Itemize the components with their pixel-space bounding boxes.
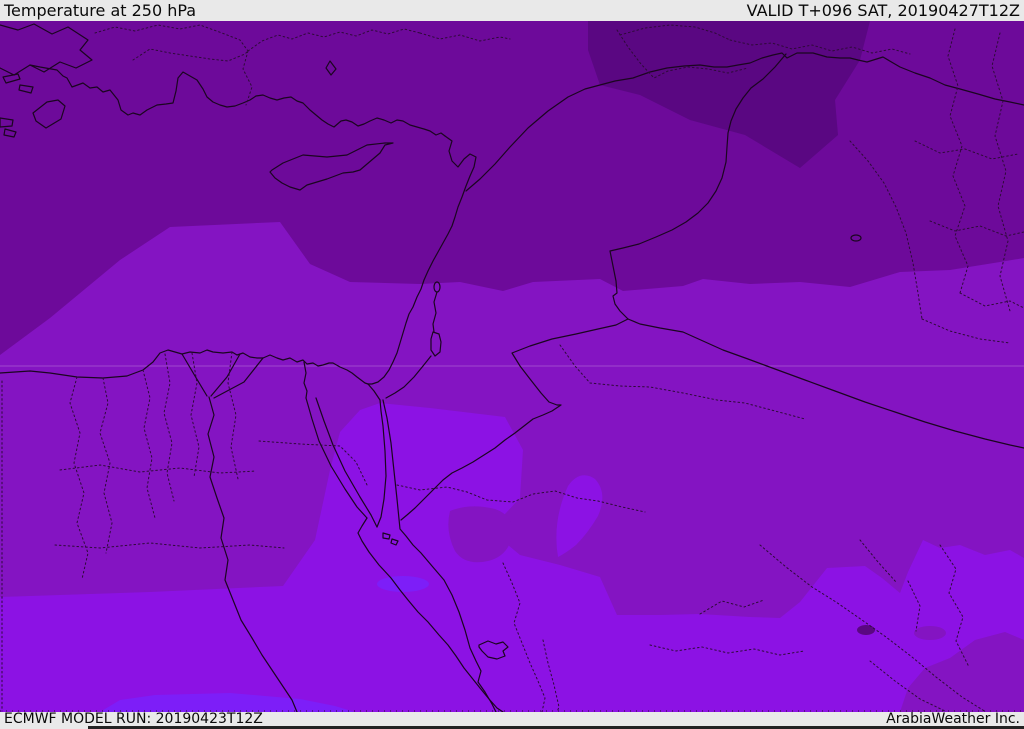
weather-product-screenshot: Temperature at 250 hPa VALID T+096 SAT, … — [0, 0, 1024, 729]
header-bar: Temperature at 250 hPa VALID T+096 SAT, … — [0, 0, 1024, 21]
weather-map — [0, 21, 1024, 713]
temp-darkest-spot — [857, 625, 875, 635]
temperature-map-canvas — [0, 21, 1024, 713]
valid-time-label: VALID T+096 SAT, 20190427T12Z — [746, 1, 1020, 20]
parameter-title: Temperature at 250 hPa — [4, 1, 197, 20]
